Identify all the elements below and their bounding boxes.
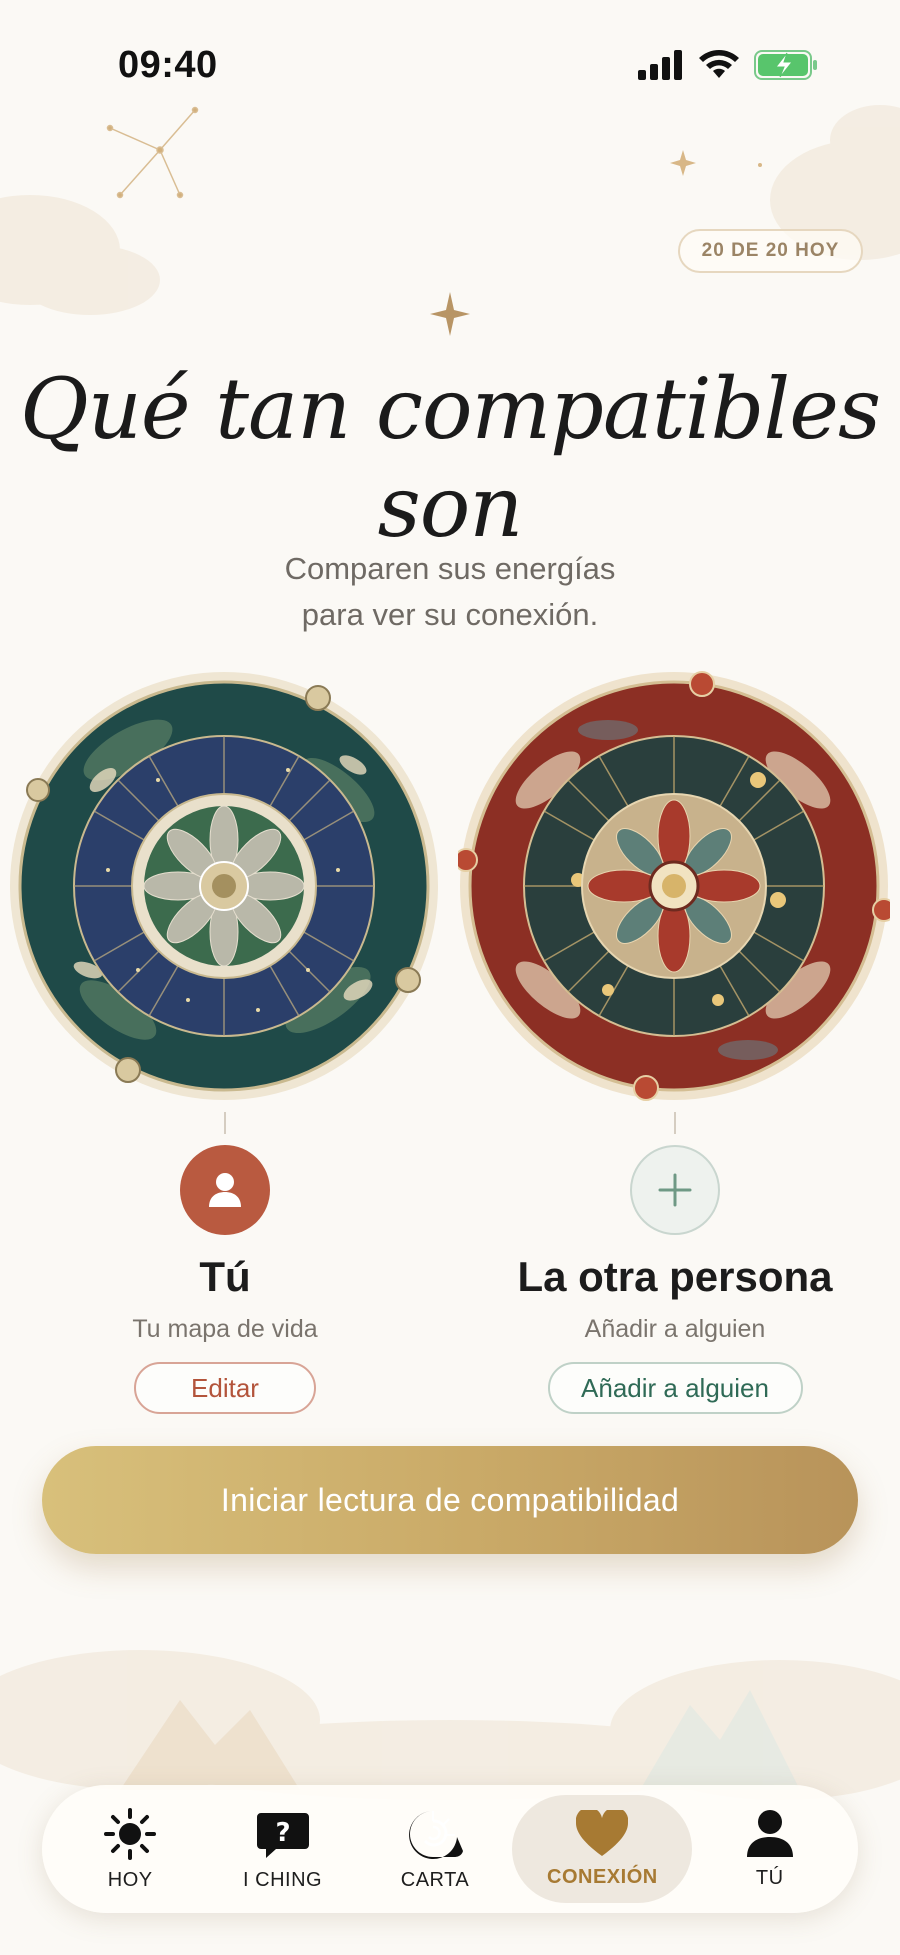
person-icon bbox=[746, 1809, 793, 1857]
subtitle-line-1: Comparen sus energías bbox=[284, 551, 616, 586]
wifi-icon bbox=[699, 50, 739, 78]
tab-tu[interactable]: TÚ bbox=[695, 1795, 845, 1903]
page-subtitle: Comparen sus energías para ver su conexi… bbox=[0, 546, 900, 638]
other-name: La otra persona bbox=[517, 1253, 833, 1300]
question-bubble-icon: ? bbox=[256, 1812, 309, 1858]
battery-charging-icon bbox=[754, 50, 817, 80]
tab-carta[interactable]: CARTA bbox=[360, 1795, 510, 1903]
person-icon bbox=[209, 1173, 241, 1207]
status-bar: 09:40 bbox=[0, 0, 900, 120]
connector-line-left bbox=[224, 1112, 226, 1134]
edit-button[interactable]: Editar bbox=[134, 1362, 316, 1414]
add-person-avatar[interactable] bbox=[630, 1145, 720, 1235]
tab-i-ching[interactable]: ? I CHING bbox=[208, 1795, 358, 1903]
tab-label: I CHING bbox=[243, 1868, 323, 1891]
connector-line-right bbox=[674, 1112, 676, 1134]
plus-icon bbox=[658, 1173, 692, 1207]
daily-counter-badge: 20 DE 20 HOY bbox=[678, 229, 863, 273]
you-avatar[interactable] bbox=[180, 1145, 270, 1235]
tab-label: HOY bbox=[107, 1868, 153, 1891]
you-section: Tú Tu mapa de vida Editar bbox=[15, 1145, 435, 1414]
other-subtitle: Añadir a alguien bbox=[584, 1315, 766, 1343]
heart-icon bbox=[576, 1809, 629, 1856]
you-subtitle: Tu mapa de vida bbox=[132, 1315, 318, 1343]
start-compatibility-button[interactable]: Iniciar lectura de compatibilidad bbox=[42, 1446, 858, 1554]
tab-label: CONEXIÓN bbox=[547, 1865, 658, 1888]
you-name: Tú bbox=[199, 1253, 251, 1300]
sparkle-icon bbox=[430, 292, 470, 336]
nautilus-shell-icon bbox=[409, 1810, 463, 1859]
your-chart-mandala[interactable] bbox=[8, 670, 440, 1102]
status-icons bbox=[638, 50, 818, 80]
tab-conexion[interactable]: CONEXIÓN bbox=[512, 1795, 693, 1903]
signal-icon bbox=[638, 50, 682, 80]
status-time: 09:40 bbox=[118, 44, 218, 86]
subtitle-line-2: para ver su conexión. bbox=[301, 597, 599, 632]
add-someone-button[interactable]: Añadir a alguien bbox=[547, 1362, 803, 1414]
other-section: La otra persona Añadir a alguien Añadir … bbox=[465, 1145, 885, 1414]
tab-hoy[interactable]: HOY bbox=[55, 1795, 205, 1903]
other-chart-mandala[interactable] bbox=[458, 670, 890, 1102]
svg-text:?: ? bbox=[275, 1818, 290, 1848]
tab-label: CARTA bbox=[400, 1868, 470, 1891]
page-title: Qué tan compatibles son bbox=[19, 360, 881, 556]
sun-icon bbox=[104, 1807, 157, 1860]
tab-label: TÚ bbox=[755, 1866, 784, 1889]
bottom-tab-bar: HOY ? I CHING CARTA CONEXIÓN TÚ bbox=[42, 1785, 858, 1913]
